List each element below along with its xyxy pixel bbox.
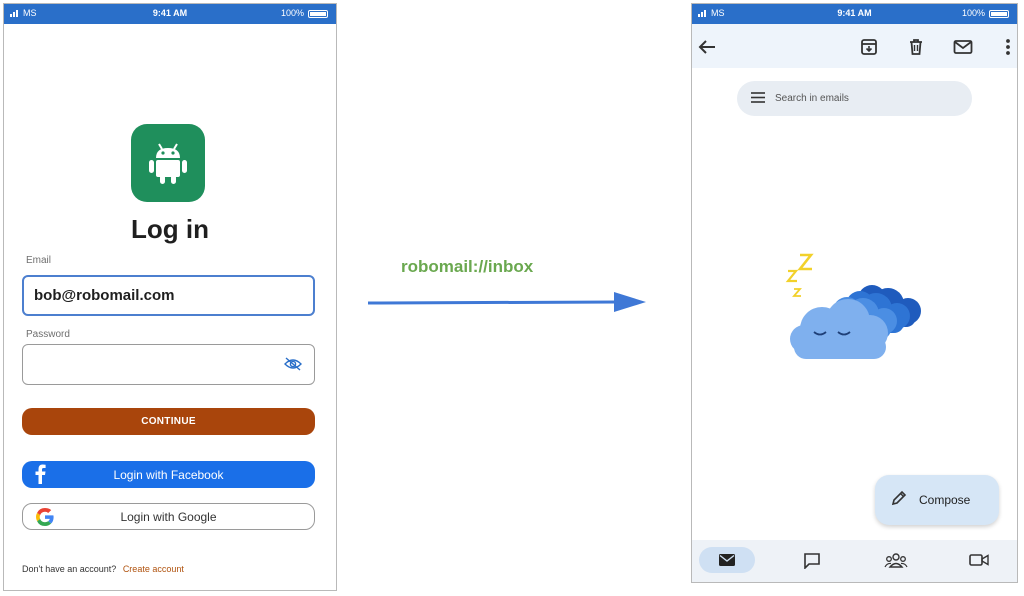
- back-arrow-icon[interactable]: [696, 36, 718, 58]
- page-title: Log in: [131, 214, 209, 244]
- deep-link-label: robomail://inbox: [401, 257, 534, 276]
- nav-mail[interactable]: [699, 547, 755, 573]
- signup-row: Don't have an account? Create account: [22, 564, 184, 574]
- eye-off-icon[interactable]: [284, 357, 302, 376]
- battery-percent: 100%: [280, 8, 304, 18]
- meet-group-icon: [884, 553, 908, 568]
- archive-icon[interactable]: [858, 36, 880, 58]
- video-icon: [969, 554, 989, 566]
- nav-meet-group[interactable]: [868, 547, 924, 573]
- battery-icon: [989, 10, 1009, 18]
- password-label: Password: [26, 329, 70, 340]
- nav-video[interactable]: [951, 547, 1007, 573]
- facebook-icon: [34, 464, 46, 487]
- menu-icon[interactable]: [751, 90, 765, 108]
- compose-button[interactable]: Compose: [875, 475, 999, 525]
- trash-icon[interactable]: [905, 36, 927, 58]
- inbox-screen: MS 9:41 AM 100% Search in emails Compose: [691, 3, 1018, 583]
- sleeping-cloud-illustration: [780, 249, 925, 369]
- status-bar: MS 9:41 AM 100%: [692, 4, 1017, 24]
- toolbar: [692, 24, 1017, 68]
- google-icon: [35, 507, 55, 530]
- google-button-label: Login with Google: [120, 509, 217, 524]
- mail-icon: [719, 554, 735, 566]
- bottom-nav: [692, 540, 1017, 582]
- create-account-link[interactable]: Create account: [123, 564, 184, 574]
- nav-chat[interactable]: [784, 547, 840, 573]
- login-google-button[interactable]: Login with Google: [22, 503, 315, 530]
- continue-button[interactable]: CONTINUE: [22, 408, 315, 435]
- pencil-icon: [891, 490, 907, 511]
- facebook-button-label: Login with Facebook: [113, 467, 224, 482]
- status-bar: MS 9:41 AM 100%: [4, 4, 336, 24]
- android-icon: [149, 143, 187, 184]
- chat-icon: [804, 552, 820, 569]
- more-vert-icon[interactable]: [997, 36, 1017, 58]
- email-label: Email: [26, 255, 52, 266]
- password-field[interactable]: [22, 344, 315, 385]
- battery-percent: 100%: [961, 8, 985, 18]
- battery-icon: [308, 10, 328, 18]
- app-logo: [131, 124, 205, 202]
- signup-prompt: Don't have an account?: [22, 564, 117, 574]
- search-placeholder: Search in emails: [775, 93, 849, 104]
- email-field[interactable]: bob@robomail.com: [22, 275, 315, 316]
- mail-icon[interactable]: [952, 36, 974, 58]
- transition-arrow: [367, 292, 646, 312]
- search-input[interactable]: Search in emails: [737, 81, 972, 116]
- login-screen: MS 9:41 AM 100% Log in Email bob@robomai…: [3, 3, 337, 591]
- compose-label: Compose: [919, 493, 971, 507]
- email-value: bob@robomail.com: [34, 287, 175, 304]
- login-facebook-button[interactable]: Login with Facebook: [22, 461, 315, 488]
